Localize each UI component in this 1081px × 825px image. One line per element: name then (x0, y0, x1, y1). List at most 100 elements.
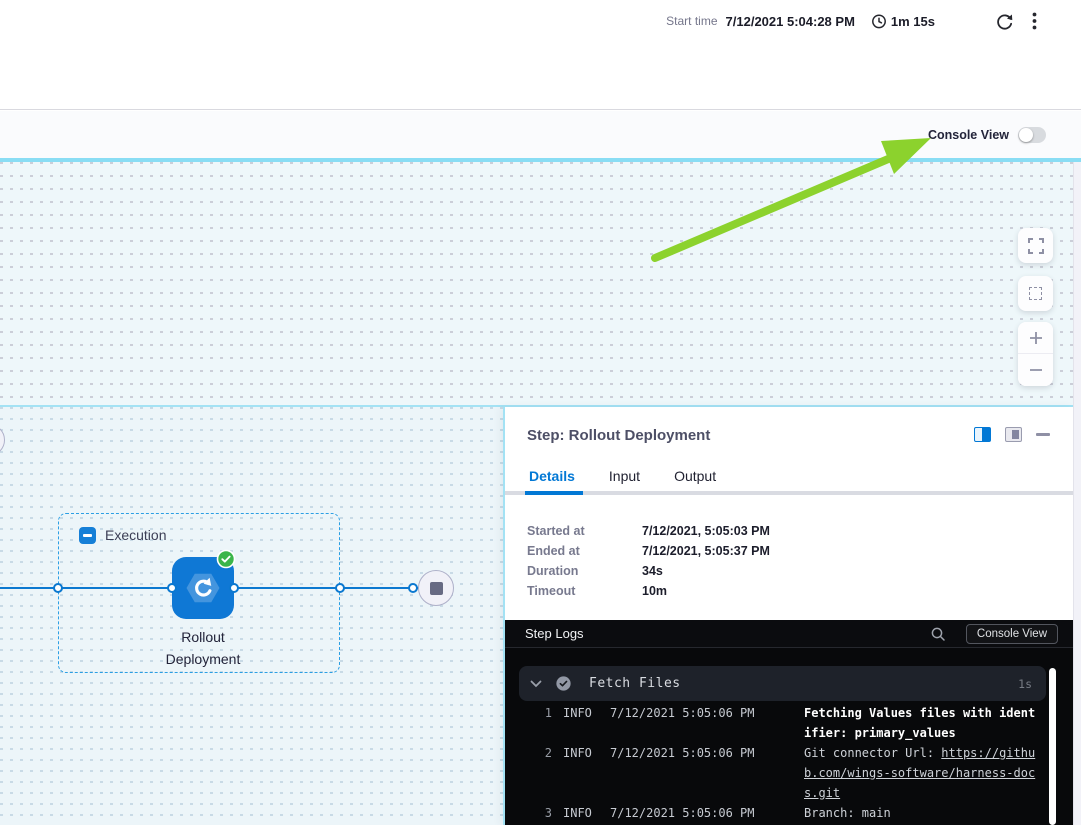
tab-details[interactable]: Details (529, 468, 575, 484)
collapse-group-button[interactable] (79, 527, 96, 544)
zoom-in-button[interactable] (1018, 322, 1053, 354)
tab-output[interactable]: Output (674, 468, 716, 484)
node-label-line1: Rollout (123, 626, 283, 648)
execution-time-controls: Start time 7/12/2021 5:04:28 PM 1m 15s (666, 9, 1039, 33)
minimize-panel-button[interactable] (1036, 433, 1050, 436)
log-level: INFO (552, 743, 610, 803)
split-view-right-button[interactable] (974, 427, 991, 442)
canvas-zoom-controls (1018, 228, 1053, 386)
refresh-icon (995, 12, 1014, 31)
fit-to-screen-button[interactable] (1018, 276, 1053, 311)
log-row: 1 INFO 7/12/2021 5:05:06 PM Fetching Val… (505, 703, 1073, 743)
console-view-toggle[interactable] (1018, 127, 1046, 143)
detail-label: Timeout (527, 584, 642, 598)
log-level: INFO (552, 803, 610, 823)
node-label: Rollout Deployment (123, 626, 283, 670)
step-details-panel: Step: Rollout Deployment Details Input O… (503, 407, 1073, 825)
more-options-button[interactable] (1030, 10, 1039, 32)
collapse-logs-button[interactable] (530, 680, 542, 688)
port-group-left (53, 583, 63, 593)
console-view-button[interactable]: Console View (966, 624, 1058, 644)
panel-layout-controls (974, 427, 1050, 442)
tab-underline-track (505, 491, 1073, 495)
log-search-button[interactable] (928, 624, 948, 644)
log-group-status (555, 675, 572, 692)
console-view-toggle-row: Console View (928, 127, 1046, 143)
log-timestamp: 7/12/2021 5:05:06 PM (610, 803, 804, 823)
log-message: Branch: main (804, 803, 1040, 823)
step-logs-bar: Step Logs Console View (505, 620, 1073, 648)
port-node-left (167, 583, 177, 593)
log-line-number: 1 (505, 703, 552, 743)
success-badge-icon (216, 549, 236, 569)
stop-node[interactable] (418, 570, 454, 606)
log-message: Fetching Values files with identifier: p… (804, 703, 1040, 743)
detail-label: Started at (527, 524, 642, 538)
log-row: 2 INFO 7/12/2021 5:05:06 PM Git connecto… (505, 743, 1073, 803)
log-group-name: Fetch Files (589, 676, 1018, 691)
panel-title: Step: Rollout Deployment (527, 427, 710, 444)
log-level: INFO (552, 703, 610, 743)
zoom-in-icon (1028, 330, 1044, 346)
log-timestamp: 7/12/2021 5:05:06 PM (610, 703, 804, 743)
console-scrollbar[interactable] (1049, 668, 1056, 825)
log-row: 3 INFO 7/12/2021 5:05:06 PM Branch: main (505, 803, 1073, 823)
start-time-value: 7/12/2021 5:04:28 PM (726, 14, 855, 29)
log-line-number: 3 (505, 803, 552, 823)
pipeline-canvas[interactable] (0, 162, 1081, 405)
toggle-knob (1019, 128, 1033, 142)
stage-toolbar: Console View (0, 111, 1081, 158)
detail-row-ended-at: Ended at 7/12/2021, 5:05:37 PM (527, 541, 770, 561)
detail-row-timeout: Timeout 10m (527, 581, 770, 601)
port-end-left (408, 583, 418, 593)
port-group-right (335, 583, 345, 593)
console-view-label: Console View (928, 128, 1009, 142)
check-circle-icon (555, 675, 572, 692)
detail-value: 10m (642, 584, 667, 598)
kebab-menu-icon (1032, 12, 1037, 30)
fit-to-screen-icon (1029, 287, 1042, 300)
detail-row-started-at: Started at 7/12/2021, 5:05:03 PM (527, 521, 770, 541)
active-tab-underline (525, 491, 583, 495)
rollout-deployment-node[interactable] (172, 557, 234, 619)
refresh-button[interactable] (993, 10, 1016, 33)
search-icon (930, 626, 946, 642)
zoom-button-group (1018, 322, 1053, 386)
page-scroll-gutter (1073, 162, 1081, 825)
clock-icon (871, 13, 887, 29)
panel-tabs: Details Input Output (529, 468, 716, 484)
log-message-text: Git connector Url: (804, 746, 941, 760)
log-group-header[interactable]: Fetch Files 1s (519, 666, 1046, 701)
duration-wrap: 1m 15s (871, 13, 935, 29)
zoom-out-icon (1028, 362, 1044, 378)
split-view-bottom-icon (1012, 430, 1019, 439)
step-logs-title: Step Logs (525, 626, 928, 641)
log-console: Fetch Files 1s 1 INFO 7/12/2021 5:05:06 … (505, 648, 1073, 825)
detail-row-duration: Duration 34s (527, 561, 770, 581)
fullscreen-button[interactable] (1018, 228, 1053, 263)
page-header: Start time 7/12/2021 5:04:28 PM 1m 15s (0, 0, 1081, 110)
node-label-line2: Deployment (123, 648, 283, 670)
rollout-step-icon (185, 570, 221, 606)
expand-icon (1027, 237, 1045, 255)
port-node-right (229, 583, 239, 593)
split-view-right-icon (982, 428, 990, 441)
detail-value: 34s (642, 564, 663, 578)
log-group-duration: 1s (1018, 677, 1032, 691)
detail-label: Ended at (527, 544, 642, 558)
stage-execution-canvas[interactable]: Execution Rollout Deployment (0, 407, 503, 825)
pipeline-execution-page: Start time 7/12/2021 5:04:28 PM 1m 15s (0, 0, 1081, 825)
offscreen-node (0, 424, 5, 456)
split-view-bottom-button[interactable] (1005, 427, 1022, 442)
stop-icon (430, 582, 443, 595)
execution-group-label: Execution (105, 527, 166, 543)
log-line-number: 2 (505, 743, 552, 803)
log-rows: 1 INFO 7/12/2021 5:05:06 PM Fetching Val… (505, 703, 1073, 823)
zoom-out-button[interactable] (1018, 354, 1053, 386)
log-timestamp: 7/12/2021 5:05:06 PM (610, 743, 804, 803)
detail-value: 7/12/2021, 5:05:37 PM (642, 544, 770, 558)
detail-value: 7/12/2021, 5:05:03 PM (642, 524, 770, 538)
tab-input[interactable]: Input (609, 468, 640, 484)
start-time-label: Start time (666, 14, 717, 28)
log-message: Git connector Url: https://github.com/wi… (804, 743, 1040, 803)
